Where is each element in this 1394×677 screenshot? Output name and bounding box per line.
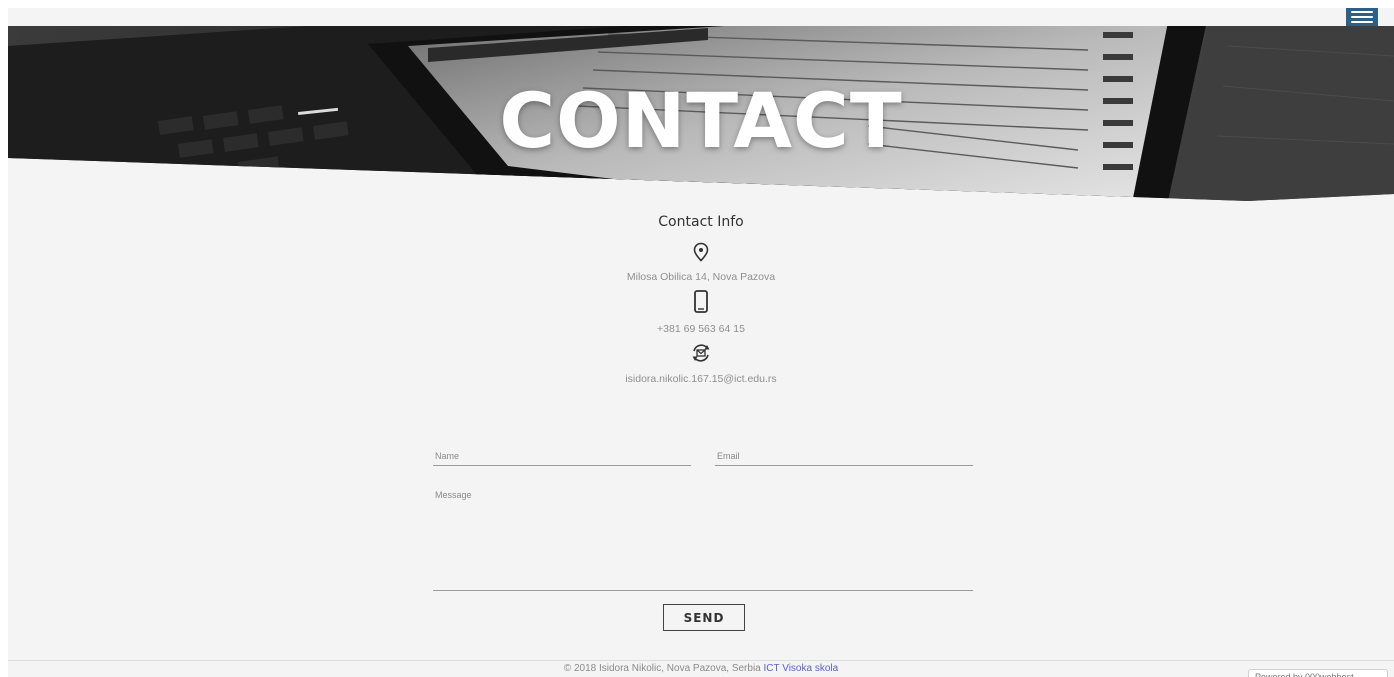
name-input[interactable]	[433, 446, 691, 466]
email-sync-icon	[692, 344, 710, 362]
contact-info-section: Contact Info Milosa Obilica 14, Nova Paz…	[8, 214, 1394, 392]
email-input[interactable]	[715, 446, 973, 466]
location-pin-icon	[693, 242, 709, 262]
powered-by-badge[interactable]: Powered by 000webhost	[1248, 669, 1388, 677]
footer-copyright: © 2018 Isidora Nikolic, Nova Pazova, Ser…	[563, 663, 761, 674]
page-title: CONTACT	[499, 76, 903, 165]
contact-email: isidora.nikolic.167.15@ict.edu.rs	[625, 373, 777, 385]
menu-bar	[1351, 16, 1373, 18]
menu-bar	[1351, 21, 1373, 23]
footer-link-ict[interactable]: ICT Visoka skola	[764, 663, 839, 674]
send-button[interactable]: SEND	[663, 604, 745, 631]
hamburger-menu-icon[interactable]	[1346, 8, 1378, 26]
menu-bar	[1351, 11, 1373, 13]
footer: © 2018 Isidora Nikolic, Nova Pazova, Ser…	[8, 660, 1394, 677]
hero-banner: CONTACT	[8, 26, 1394, 201]
contact-address: Milosa Obilica 14, Nova Pazova	[626, 271, 776, 283]
contact-info-title: Contact Info	[658, 214, 744, 230]
mobile-phone-icon	[694, 290, 708, 313]
contact-phone: +381 69 563 64 15	[657, 323, 745, 335]
message-textarea[interactable]	[433, 488, 973, 591]
page: CONTACT Contact Info Milosa Obilica 14, …	[8, 8, 1394, 677]
